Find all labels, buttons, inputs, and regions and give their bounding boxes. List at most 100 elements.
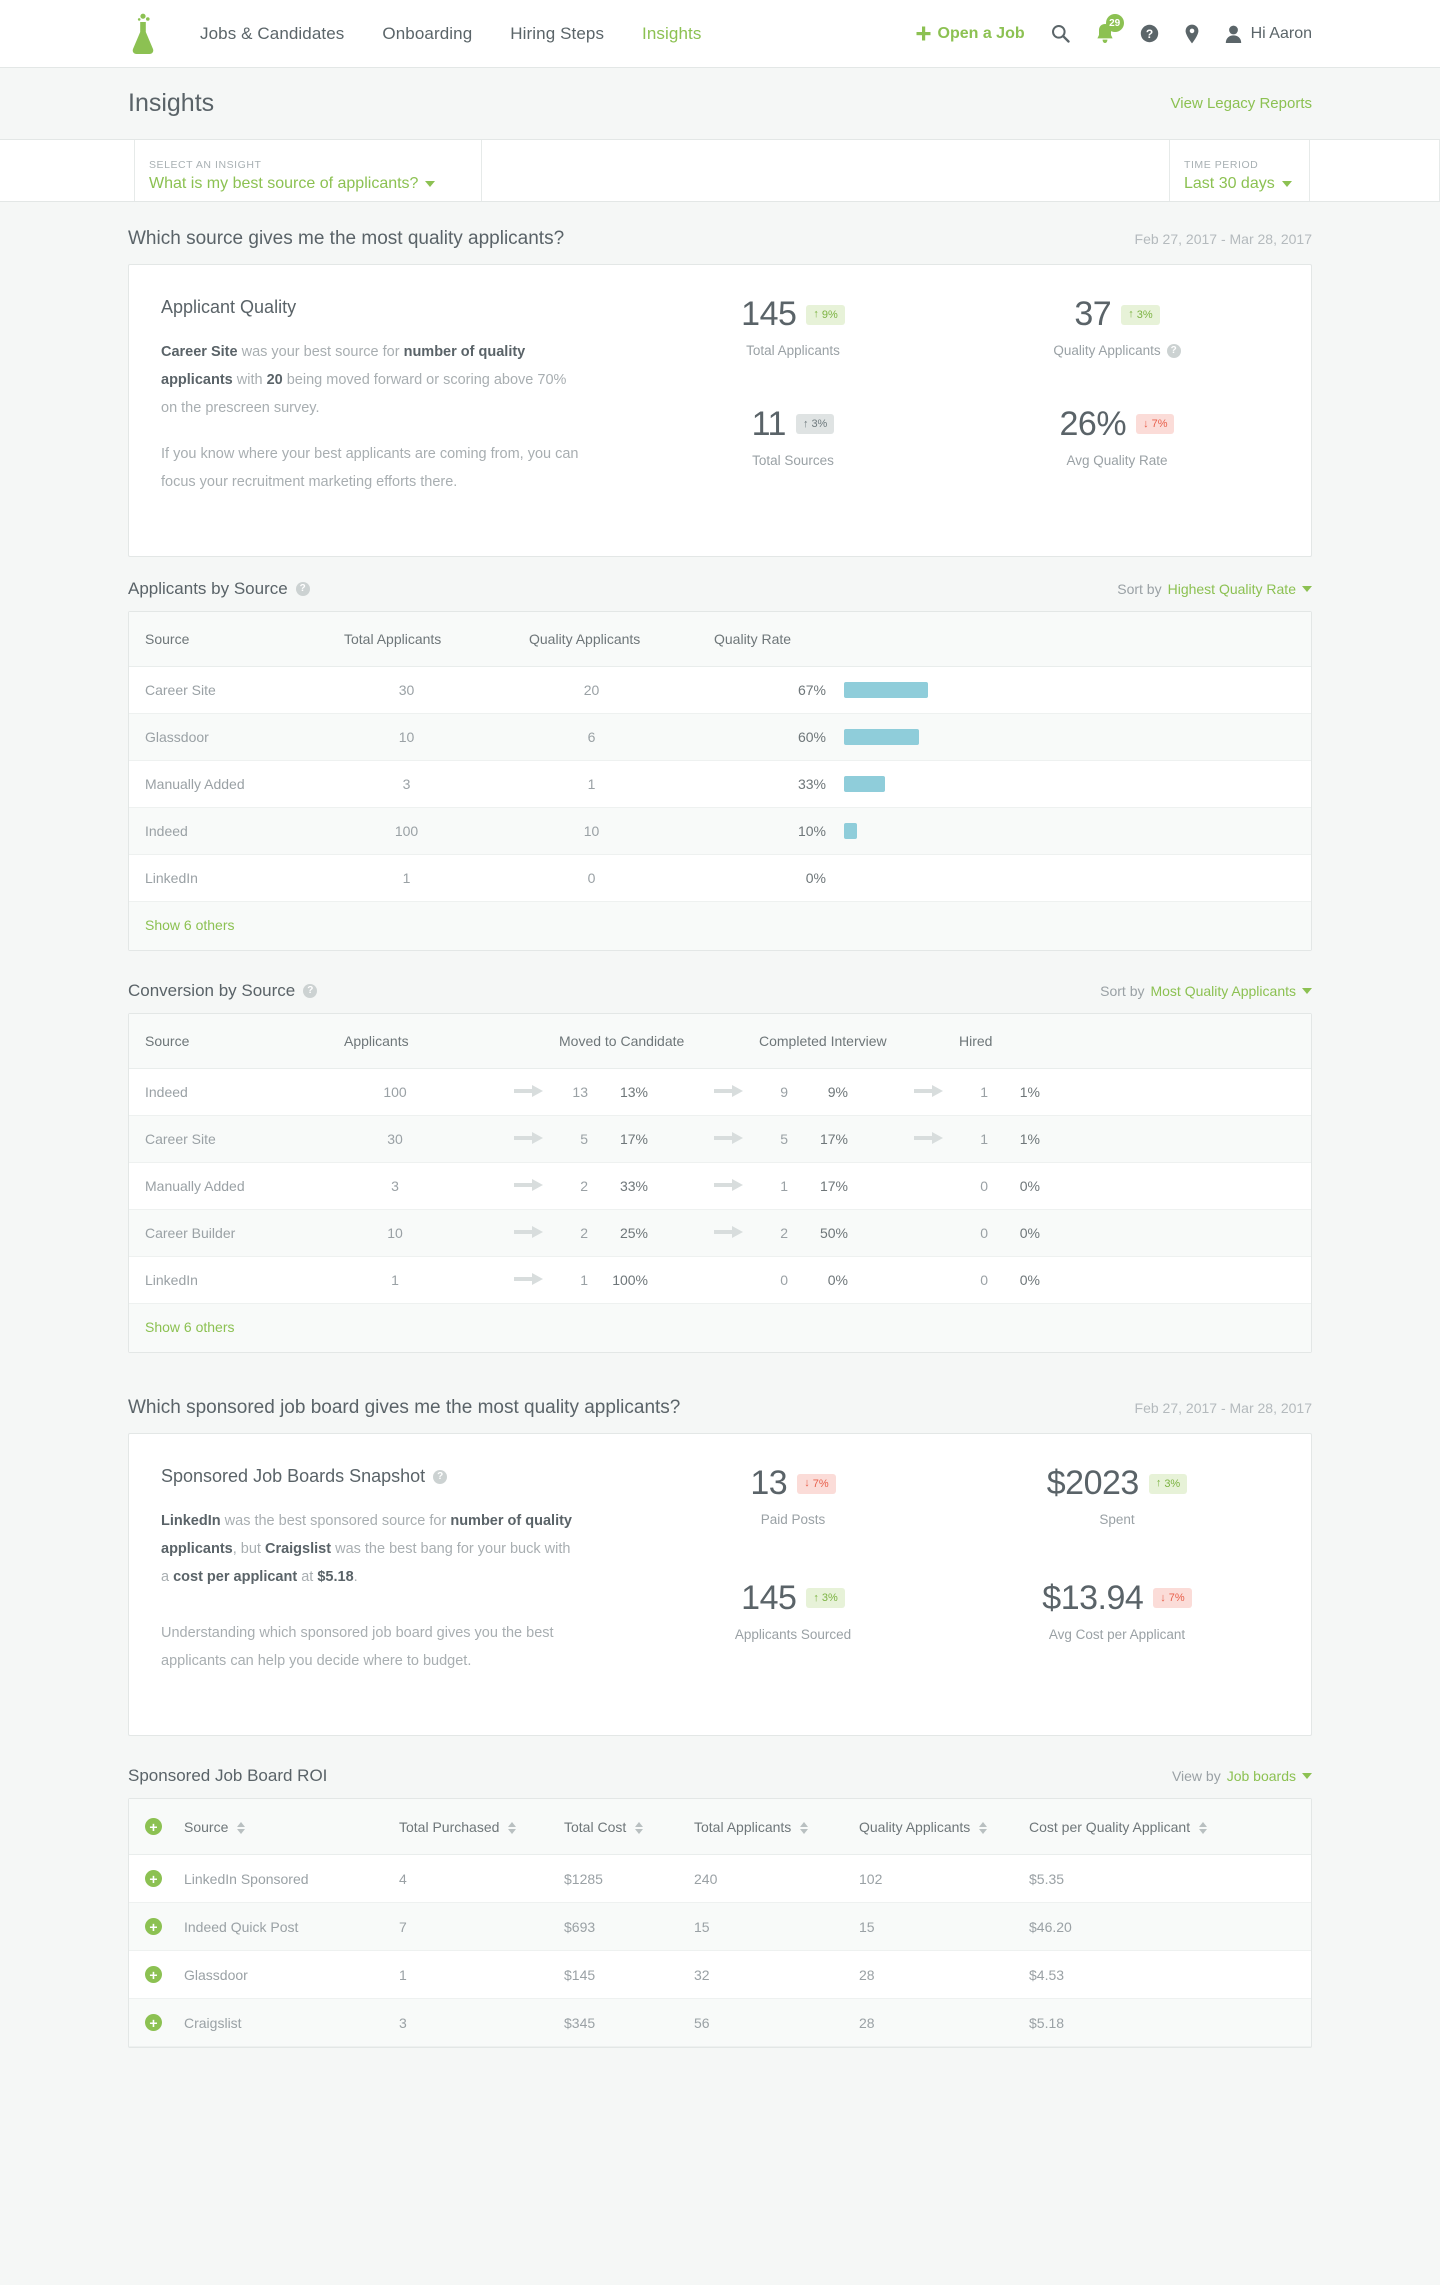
stat-label-text: Avg Quality Rate	[1066, 452, 1168, 468]
hired-count: 0	[980, 1178, 988, 1194]
table-footer: Show 6 others	[129, 901, 1311, 950]
page-title: Insights	[128, 89, 215, 117]
stat-avg-quality-rate: 26% ↓ 7% Avg Quality Rate	[955, 405, 1279, 477]
plus-circle-icon[interactable]: +	[145, 1918, 162, 1935]
table-row[interactable]: LinkedIn 1 0 0%	[129, 854, 1311, 902]
applicants-by-source-sort[interactable]: Sort by Highest Quality Rate	[1117, 581, 1312, 597]
flask-logo[interactable]	[128, 13, 158, 55]
help-icon[interactable]: ?	[1140, 24, 1159, 43]
time-period-dropdown[interactable]: TIME PERIOD Last 30 days	[1170, 140, 1310, 201]
nav-link-onboarding[interactable]: Onboarding	[382, 24, 472, 44]
stat-delta-badge: ↑ 3%	[806, 1588, 845, 1608]
show-6-others-link[interactable]: Show 6 others	[145, 1319, 235, 1335]
help-circle-icon[interactable]: ?	[433, 1469, 448, 1484]
stat-value: 145	[741, 1578, 797, 1617]
cell-quality-applicants: 1	[529, 760, 714, 808]
stat-delta-badge: ↑ 3%	[1148, 1473, 1188, 1494]
roi-header: Sponsored Job Board ROI View by Job boar…	[128, 1766, 1312, 1798]
main-content: Which source gives me the most quality a…	[0, 202, 1440, 2163]
p2-g: cost per applicant	[173, 1569, 298, 1585]
plus-circle-icon[interactable]: +	[145, 1870, 162, 1887]
cell-total-applicants: 1	[344, 854, 529, 902]
applicant-quality-paragraph-1: Career Site was your best source for num…	[161, 338, 581, 422]
table-row[interactable]: LinkedIn 1 1 100% 0 0% 0 0%	[129, 1256, 1311, 1304]
col-total-purchased[interactable]: Total Purchased	[399, 1799, 564, 1855]
col-cost-per-quality-applicant[interactable]: Cost per Quality Applicant	[1029, 1799, 1311, 1855]
table-row[interactable]: + Glassdoor 1 $145 32 28 $4.53	[129, 1950, 1311, 1999]
cell-total-applicants: 56	[694, 1998, 859, 2047]
conversion-by-source-sort[interactable]: Sort by Most Quality Applicants	[1100, 983, 1312, 999]
cell-source: Career Builder	[129, 1209, 344, 1257]
cell-expand[interactable]: +	[129, 1854, 184, 1903]
notifications-bell-icon[interactable]: 29	[1096, 14, 1124, 44]
stat-label: Applicants Sourced	[631, 1627, 955, 1642]
arrow-up-icon: ↑	[802, 417, 809, 430]
table-row[interactable]: Manually Added 3 2 33% 1 17% 0 0%	[129, 1162, 1311, 1210]
interview-percent: 0%	[827, 1272, 848, 1288]
cell-expand[interactable]: +	[129, 1950, 184, 1999]
interview-count: 0	[780, 1272, 788, 1288]
col-total-cost[interactable]: Total Cost	[564, 1799, 694, 1855]
nav-link-hiring-steps[interactable]: Hiring Steps	[510, 24, 604, 44]
sponsored-snapshot-title: Sponsored Job Boards Snapshot	[161, 1466, 426, 1486]
show-more-cell: Show 6 others	[129, 901, 1311, 950]
plus-circle-icon[interactable]: +	[145, 1966, 162, 1983]
cell-total-applicants: 10	[344, 713, 529, 761]
stat-label: Spent	[955, 1512, 1279, 1527]
help-circle-icon[interactable]: ?	[1166, 343, 1181, 358]
cell-cost-per-quality-applicant: $5.18	[1029, 1998, 1311, 2047]
stat-label-text: Avg Cost per Applicant	[1048, 1626, 1186, 1642]
cell-source: Career Site	[129, 666, 344, 714]
plus-circle-icon[interactable]: +	[145, 1818, 162, 1835]
cell-moved-to-candidate: 5 17%	[504, 1115, 704, 1163]
cell-expand[interactable]: +	[129, 1902, 184, 1951]
plus-circle-icon[interactable]: +	[145, 2014, 162, 2031]
applicant-quality-card: Applicant Quality Career Site was your b…	[128, 264, 1312, 557]
flow-arrow-slot	[714, 1084, 744, 1100]
table-row[interactable]: Indeed 100 10 10%	[129, 807, 1311, 855]
help-circle-icon[interactable]: ?	[295, 582, 310, 596]
stat-label-text: Quality Applicants	[1053, 343, 1161, 358]
table-row[interactable]: Glassdoor 10 6 60%	[129, 713, 1311, 761]
table-row[interactable]: Manually Added 3 1 33%	[129, 760, 1311, 808]
stat-delta-badge: ↓ 7%	[1153, 1588, 1192, 1608]
col-total-applicants[interactable]: Total Applicants	[694, 1799, 859, 1855]
search-icon[interactable]	[1051, 24, 1070, 43]
table-row[interactable]: + LinkedIn Sponsored 4 $1285 240 102 $5.35	[129, 1854, 1311, 1903]
table-row[interactable]: + Indeed Quick Post 7 $693 15 15 $46.20	[129, 1902, 1311, 1951]
moved-count: 1	[580, 1272, 588, 1288]
col-expand-all[interactable]: +	[129, 1799, 184, 1855]
select-insight-dropdown[interactable]: SELECT AN INSIGHT What is my best source…	[135, 140, 482, 201]
user-menu[interactable]: Hi Aaron	[1225, 25, 1312, 43]
cell-quality-rate: 0%	[714, 854, 844, 902]
col-quality-applicants[interactable]: Quality Applicants	[859, 1799, 1029, 1855]
flow-arrow-icon	[714, 1085, 743, 1097]
table-row[interactable]: + Craigslist 3 $345 56 28 $5.18	[129, 1998, 1311, 2047]
location-pin-icon[interactable]	[1185, 24, 1199, 44]
svg-text:?: ?	[1145, 27, 1152, 41]
moved-percent: 17%	[619, 1131, 648, 1147]
open-a-job-button[interactable]: Open a Job	[916, 25, 1025, 43]
view-legacy-reports-link[interactable]: View Legacy Reports	[1171, 95, 1312, 112]
arrow-down-icon: ↓	[1143, 417, 1149, 430]
cell-moved-to-candidate: 2 25%	[504, 1209, 704, 1257]
applicants-by-source-table: Source Total Applicants Quality Applican…	[129, 612, 1311, 950]
show-6-others-link[interactable]: Show 6 others	[145, 917, 235, 933]
cell-total-purchased: 3	[399, 1998, 564, 2047]
col-source[interactable]: Source	[184, 1799, 399, 1855]
stat-value-row: 26% ↓ 7%	[955, 405, 1279, 444]
cell-expand[interactable]: +	[129, 1998, 184, 2047]
moved-percent: 100%	[612, 1272, 648, 1288]
table-row[interactable]: Career Site 30 20 67%	[129, 666, 1311, 714]
help-circle-icon[interactable]: ?	[303, 984, 318, 998]
flow-arrow-slot	[914, 1272, 944, 1288]
roi-view-by[interactable]: View by Job boards	[1172, 1768, 1312, 1784]
nav-link-jobs-candidates[interactable]: Jobs & Candidates	[200, 24, 344, 44]
flow-arrow-icon	[714, 1132, 743, 1144]
table-row[interactable]: Career Site 30 5 17% 5 17% 1 1%	[129, 1115, 1311, 1163]
chevron-down-icon	[1281, 181, 1292, 187]
table-row[interactable]: Career Builder 10 2 25% 2 50% 0 0%	[129, 1209, 1311, 1257]
applicant-quality-title: Applicant Quality	[161, 297, 297, 317]
nav-link-insights[interactable]: Insights	[642, 24, 701, 44]
table-row[interactable]: Indeed 100 13 13% 9 9% 1 1%	[129, 1068, 1311, 1116]
